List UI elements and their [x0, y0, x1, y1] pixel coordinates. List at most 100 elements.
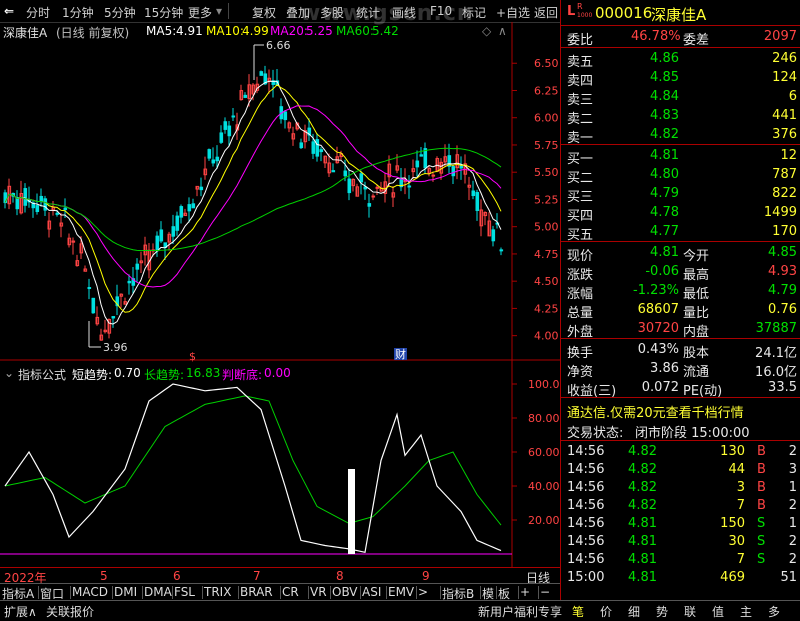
asks-label: 卖二: [567, 112, 594, 127]
indicator-tab[interactable]: FSL: [174, 585, 195, 599]
l2-promo[interactable]: 通达信.仅需20元查看千档行情: [561, 401, 800, 421]
tb-more[interactable]: 更多: [188, 4, 212, 21]
stat-label: 现价: [567, 249, 594, 264]
indicator-tab[interactable]: VR: [310, 585, 327, 599]
related-quote-button[interactable]: 关联报价: [46, 603, 94, 620]
side-tab[interactable]: 主: [740, 603, 752, 620]
tb-fanhui[interactable]: 返回: [534, 4, 558, 21]
diamond-icon[interactable]: ◇: [482, 24, 491, 38]
indicator-tab[interactable]: −: [540, 585, 550, 599]
collapse-icon[interactable]: ∧: [498, 24, 507, 38]
fund-value: 24.1亿: [755, 346, 797, 361]
promo-link[interactable]: 新用户福利专享: [478, 603, 562, 620]
indicator-tab[interactable]: EMV: [388, 585, 414, 599]
asks-volume: 246: [772, 51, 797, 66]
side-tab[interactable]: 联: [684, 603, 696, 620]
indicator-tab[interactable]: ASI: [362, 585, 381, 599]
l2-promo-text[interactable]: 通达信.仅需20元查看千档行情: [567, 402, 744, 421]
bids-label: 买二: [567, 171, 594, 186]
low-marker-label: 3.96: [103, 341, 128, 354]
indicator-name[interactable]: 指标公式: [18, 366, 66, 383]
tick-row: 14:56 4.81 150 S 1: [561, 515, 800, 533]
stat-value: -1.23%: [633, 283, 679, 298]
event-marker-s: $: [189, 350, 196, 363]
tick-price: 4.81: [628, 552, 657, 567]
candle-body: [187, 204, 192, 212]
side-tab[interactable]: 势: [656, 603, 668, 620]
side-tab[interactable]: 值: [712, 603, 724, 620]
fund-row: 净资 3.86 流通 16.0亿: [561, 360, 800, 380]
fund-label: 流通: [683, 365, 710, 380]
candle-body: [135, 263, 140, 270]
tb-zixuan[interactable]: +自选: [496, 4, 530, 21]
indicator-tab[interactable]: TRIX: [204, 585, 231, 599]
high-marker-label: 6.66: [266, 39, 291, 52]
indicator-tick-label: 60.00: [528, 446, 560, 459]
tick-bs: B: [757, 498, 766, 513]
expand-button[interactable]: 扩展∧: [4, 603, 37, 620]
indicator-toggle-icon[interactable]: ⌄: [4, 366, 14, 380]
ma5-value: 4.91: [176, 24, 203, 38]
fund-value: 3.86: [650, 361, 679, 376]
indicator-tab[interactable]: CR: [282, 585, 299, 599]
bids-price: 4.78: [650, 205, 679, 220]
stat-value: 30720: [637, 321, 679, 336]
candle-body: [243, 94, 248, 98]
tick-time: 15:00: [567, 570, 605, 585]
asks-volume: 441: [772, 108, 797, 123]
tick-count: 1: [788, 480, 797, 495]
candle-body: [375, 186, 380, 189]
candle-body: [343, 170, 348, 177]
candle-body: [55, 212, 60, 215]
tb-fuquan[interactable]: 复权: [252, 4, 276, 21]
fund-value: 0.072: [641, 380, 679, 395]
indicator-tab[interactable]: BRAR: [240, 585, 273, 599]
tb-fenshi[interactable]: 分时: [26, 4, 50, 21]
indicator-tab[interactable]: >: [418, 585, 428, 599]
side-tab[interactable]: 细: [628, 603, 640, 620]
stat-label: 总量: [567, 306, 594, 321]
tick-row: 14:56 4.82 3 B 1: [561, 479, 800, 497]
candle-body: [499, 249, 504, 252]
stat-value: -0.06: [645, 264, 679, 279]
kline-chart-area[interactable]: 6.50 6.25 6.00 5.75 5.50 5.25 5.00 4.75 4.50 4.25…: [0, 22, 560, 567]
r-badge-icon: R: [577, 2, 583, 11]
bids-label: 买四: [567, 209, 594, 224]
axis-month-9: 9: [422, 569, 430, 583]
weibi-label: 委比: [567, 33, 594, 48]
candle-body: [319, 149, 324, 153]
tab-divider: [308, 586, 309, 599]
tb-1min[interactable]: 1分钟: [62, 4, 94, 21]
candle-body: [407, 185, 412, 188]
tick-price: 4.82: [628, 480, 657, 495]
axis-month-5: 5: [100, 569, 108, 583]
tb-15min[interactable]: 15分钟: [144, 4, 183, 21]
back-arrow-icon[interactable]: ⇐: [4, 4, 14, 18]
side-tab[interactable]: 笔: [572, 603, 584, 620]
tick-volume: 30: [728, 534, 745, 549]
chart-mode: (日线 前复权): [56, 26, 130, 40]
ma20-value: 5.25: [306, 24, 333, 38]
tick-time: 14:56: [567, 498, 605, 513]
bids-volume: 822: [772, 186, 797, 201]
asks-price: 4.84: [650, 89, 679, 104]
stat-value: 68607: [637, 302, 679, 317]
candle-body: [259, 71, 264, 76]
side-tab[interactable]: 价: [600, 603, 612, 620]
asks-volume: 6: [788, 89, 797, 104]
indicator-tab[interactable]: DMI: [114, 585, 137, 599]
tab-divider: [416, 586, 417, 599]
stat-row: 现价 4.81 今开 4.85: [561, 244, 800, 264]
indicator-tab[interactable]: OBV: [332, 585, 358, 599]
indicator-tab[interactable]: +: [520, 585, 530, 599]
chevron-down-icon[interactable]: ▾: [216, 4, 222, 18]
indicator-tab[interactable]: DMA: [144, 585, 172, 599]
candle-body: [155, 235, 160, 252]
price-tick-label: 5.25: [534, 193, 559, 206]
bids-label: 买三: [567, 190, 594, 205]
bottom-signal-bar: [348, 469, 355, 554]
tick-count: 2: [788, 552, 797, 567]
side-tab[interactable]: 多: [768, 603, 780, 620]
indicator-tab[interactable]: MACD: [72, 585, 108, 599]
tb-5min[interactable]: 5分钟: [104, 4, 136, 21]
